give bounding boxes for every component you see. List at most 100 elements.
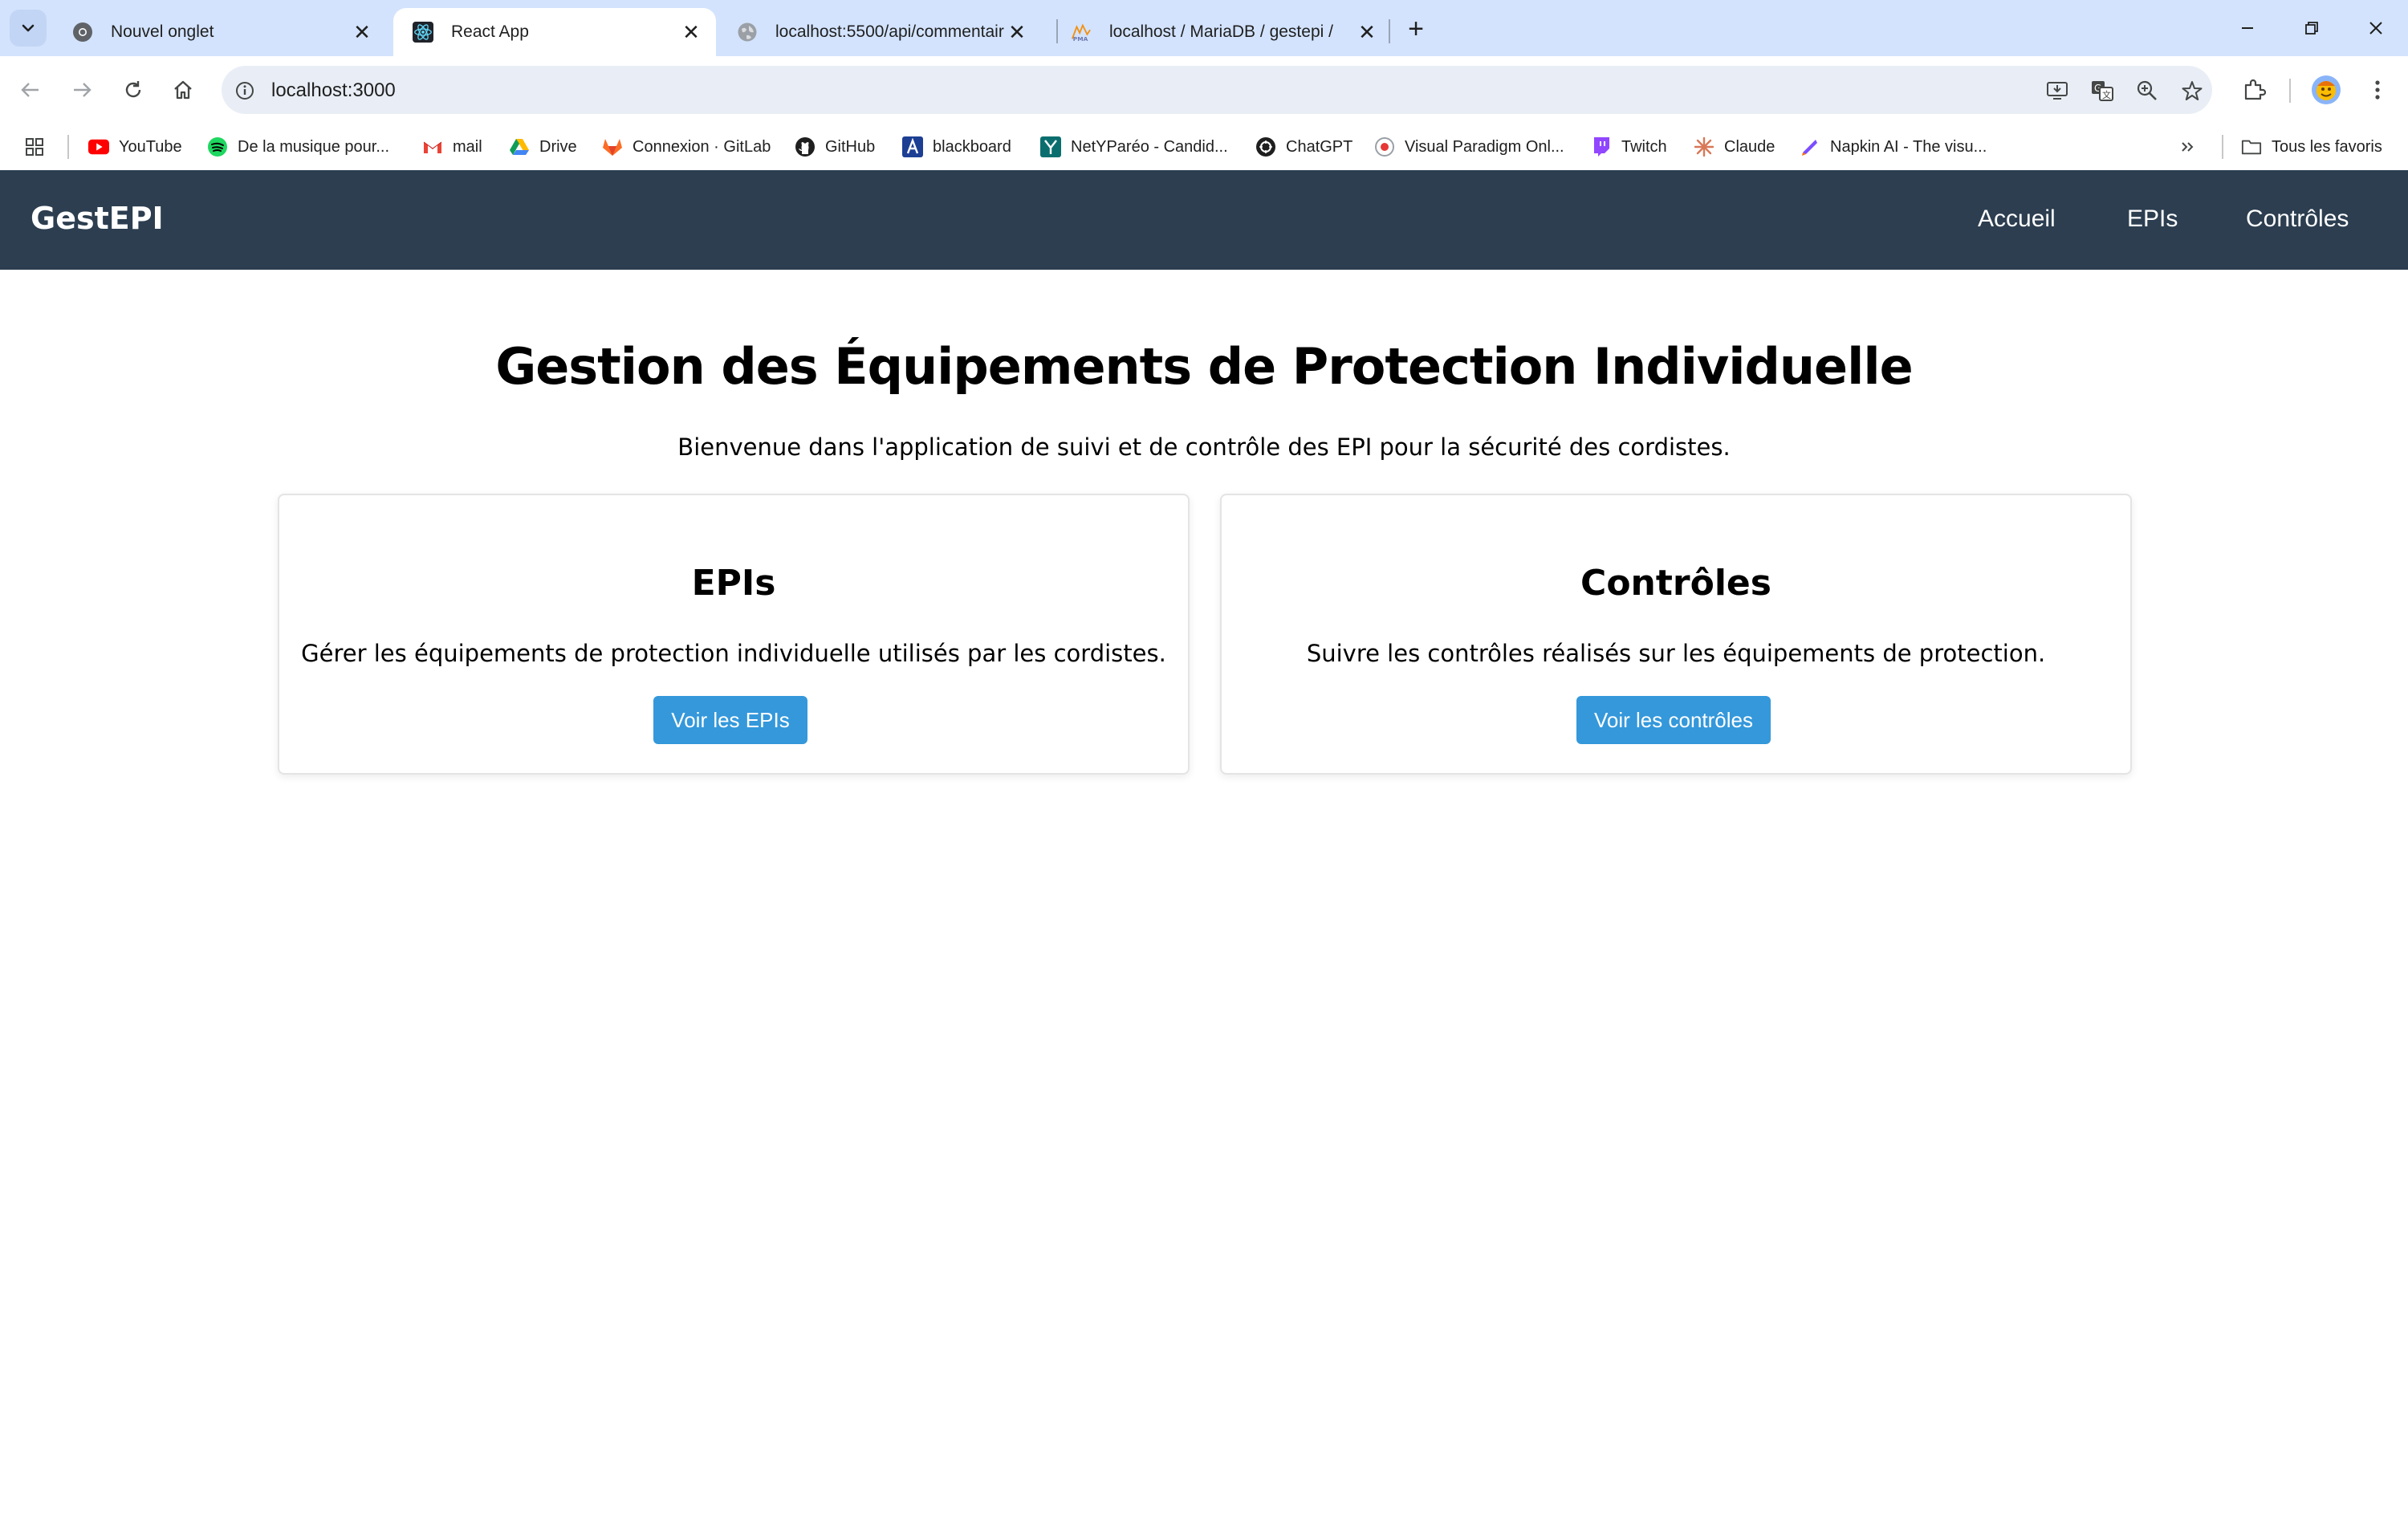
app-navbar: GestEPI Accueil EPIs Contrôles	[0, 170, 2408, 270]
napkin-icon	[1800, 136, 1820, 157]
home-button[interactable]	[165, 72, 201, 108]
close-icon[interactable]: ✕	[1005, 20, 1029, 44]
bookmark-netypareo[interactable]: NetYParéo - Candid...	[1040, 132, 1228, 162]
gmail-icon	[422, 136, 443, 157]
minimize-button[interactable]	[2223, 10, 2272, 47]
bookmark-youtube[interactable]: YouTube	[88, 132, 182, 162]
menu-button[interactable]	[2360, 72, 2395, 108]
tab-api-commentaires[interactable]: localhost:5500/api/commentair ✕	[718, 8, 1042, 56]
browser-toolbar: localhost:3000 G文	[0, 56, 2408, 124]
bookmarks-divider	[2222, 135, 2223, 159]
close-icon[interactable]: ✕	[1355, 20, 1379, 44]
install-app-icon[interactable]	[2044, 77, 2071, 104]
close-icon[interactable]: ✕	[679, 20, 703, 44]
bookmark-label: Twitch	[1621, 137, 1667, 156]
svg-text:文: 文	[2102, 89, 2111, 100]
card-title: Contrôles	[1580, 563, 1771, 604]
new-tab-button[interactable]: +	[1400, 13, 1432, 45]
all-bookmarks-button[interactable]: Tous les favoris	[2241, 132, 2382, 162]
bookmark-chatgpt[interactable]: ChatGPT	[1255, 132, 1352, 162]
nav-link-accueil[interactable]: Accueil	[1978, 205, 2056, 233]
bookmark-spotify[interactable]: De la musique pour...	[207, 132, 389, 162]
bookmarks-divider	[67, 135, 69, 159]
arrow-right-icon	[74, 83, 92, 97]
bookmark-label: Visual Paradigm Onl...	[1405, 137, 1564, 156]
home-icon	[174, 80, 192, 100]
puzzle-icon	[2244, 79, 2266, 100]
card-title: EPIs	[691, 563, 776, 604]
tab-react-app[interactable]: React App ✕	[393, 8, 716, 56]
nav-link-epis[interactable]: EPIs	[2127, 205, 2178, 233]
tab-phpmyadmin[interactable]: PMA localhost / MariaDB / gestepi / ✕	[1051, 8, 1392, 56]
extensions-button[interactable]	[2236, 72, 2272, 108]
more-bookmarks-button[interactable]	[2177, 132, 2207, 162]
forward-button[interactable]	[64, 72, 100, 108]
visual-paradigm-icon	[1374, 136, 1395, 157]
bookmark-mail[interactable]: mail	[422, 132, 482, 162]
bookmark-label: NetYParéo - Candid...	[1071, 137, 1228, 156]
restore-button[interactable]	[2288, 10, 2336, 47]
bookmark-napkin[interactable]: Napkin AI - The visu...	[1800, 132, 1987, 162]
restore-icon	[2305, 22, 2318, 35]
profile-avatar[interactable]	[2308, 72, 2344, 108]
bookmark-blackboard[interactable]: blackboard	[902, 132, 1011, 162]
bookmark-label: GitHub	[825, 137, 876, 156]
zoom-icon[interactable]	[2133, 77, 2161, 104]
intro-text: Bienvenue dans l'application de suivi et…	[677, 433, 1731, 461]
bookmark-star-icon[interactable]	[2178, 77, 2206, 104]
bookmark-label: Connexion · GitLab	[633, 137, 771, 156]
close-icon[interactable]: ✕	[350, 20, 374, 44]
site-info-icon[interactable]	[231, 77, 258, 104]
tab-label: localhost:5500/api/commentair	[775, 22, 1004, 41]
bookmark-label: Drive	[539, 137, 577, 156]
bookmark-label: De la musique pour...	[238, 137, 389, 156]
close-icon	[2369, 22, 2382, 35]
bookmark-gitlab[interactable]: Connexion · GitLab	[602, 132, 771, 162]
address-bar[interactable]: localhost:3000 G文	[222, 66, 2212, 114]
url-text: localhost:3000	[271, 79, 396, 101]
apps-button[interactable]	[24, 132, 55, 162]
tab-new-tab[interactable]: Nouvel onglet ✕	[53, 8, 387, 56]
bookmark-github[interactable]: GitHub	[795, 132, 875, 162]
chatgpt-icon	[1255, 136, 1276, 157]
bookmark-label: YouTube	[119, 137, 182, 156]
minimize-icon	[2242, 27, 2253, 29]
view-epis-button[interactable]: Voir les EPIs	[653, 696, 807, 744]
react-icon	[413, 22, 433, 43]
apps-grid-icon	[24, 136, 45, 157]
tab-strip: Nouvel onglet ✕ React App ✕ localhost:55…	[0, 0, 2408, 56]
reload-button[interactable]	[116, 72, 151, 108]
youtube-icon	[88, 136, 109, 157]
card-description: Gérer les équipements de protection indi…	[301, 640, 1166, 667]
reload-icon	[125, 81, 141, 98]
nav-link-controles[interactable]: Contrôles	[2246, 205, 2349, 233]
bookmark-label: Napkin AI - The visu...	[1830, 137, 1987, 156]
tab-label: React App	[451, 22, 529, 41]
back-button[interactable]	[13, 72, 48, 108]
folder-icon	[2241, 136, 2262, 157]
close-window-button[interactable]	[2352, 10, 2400, 47]
globe-icon	[737, 22, 758, 43]
bookmark-visual-paradigm[interactable]: Visual Paradigm Onl...	[1374, 132, 1564, 162]
avatar	[2312, 75, 2341, 104]
tab-search-button[interactable]	[10, 10, 47, 47]
tab-separator	[1389, 19, 1390, 43]
brand-logo[interactable]: GestEPI	[31, 201, 164, 236]
more-vert-icon	[2375, 80, 2380, 100]
chevron-down-icon	[22, 24, 35, 32]
spotify-icon	[207, 136, 228, 157]
drive-icon	[509, 136, 530, 157]
chrome-icon	[72, 22, 93, 43]
chevron-double-right-icon	[2177, 136, 2198, 157]
translate-icon[interactable]: G文	[2089, 77, 2116, 104]
tab-label: localhost / MariaDB / gestepi /	[1109, 22, 1333, 41]
netypareo-icon	[1040, 136, 1061, 157]
bookmark-claude[interactable]: Claude	[1694, 132, 1775, 162]
bookmark-drive[interactable]: Drive	[509, 132, 577, 162]
bookmark-twitch[interactable]: Twitch	[1591, 132, 1667, 162]
toolbar-divider	[2289, 79, 2291, 103]
bookmarks-bar: YouTube De la musique pour... mail Drive…	[0, 124, 2408, 170]
view-controles-button[interactable]: Voir les contrôles	[1576, 696, 1771, 744]
blackboard-icon	[902, 136, 923, 157]
svg-text:PMA: PMA	[1073, 35, 1088, 43]
